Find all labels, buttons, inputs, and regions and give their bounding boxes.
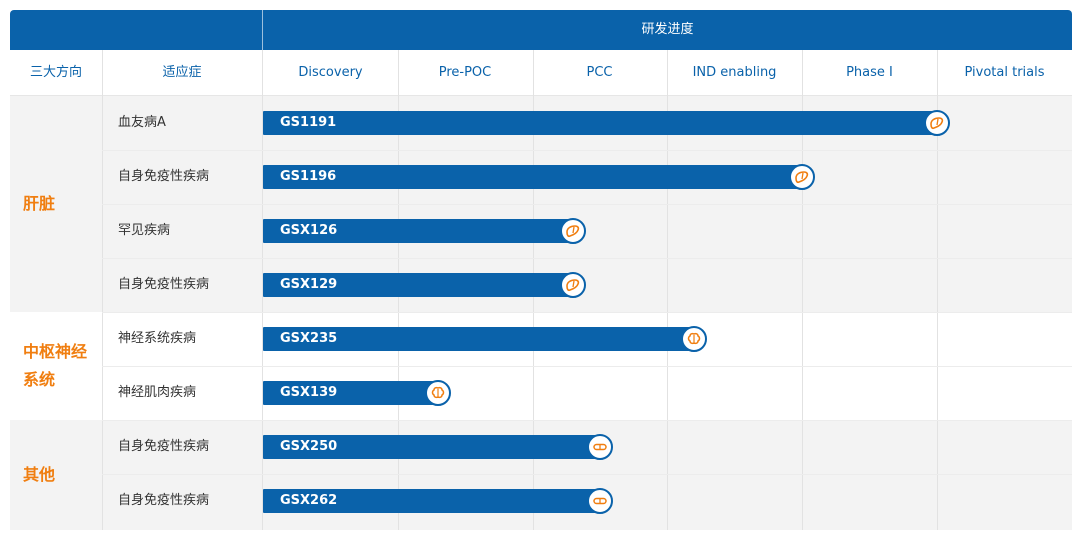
progress-bar: GSX235 xyxy=(263,327,695,351)
column-header-row: 三大方向 适应症 Discovery Pre-POC PCC IND enabl… xyxy=(10,50,1072,96)
indication-label: 自身免疫性疾病 xyxy=(118,493,210,508)
capsule-icon xyxy=(587,488,613,514)
grid-line-horizontal xyxy=(102,312,1072,313)
indication-label: 血友病A xyxy=(118,115,166,130)
grid-line-horizontal xyxy=(102,150,1072,151)
category-label: 中枢神经 系统 xyxy=(10,312,102,420)
progress-bar: GSX262 xyxy=(263,489,600,513)
indication-label: 自身免疫性疾病 xyxy=(118,277,210,292)
stage-header-pivotal-trials: Pivotal trials xyxy=(964,65,1045,80)
header-title: 研发进度 xyxy=(641,22,694,37)
liver-icon xyxy=(560,272,587,298)
stage-header-phase-1: Phase I xyxy=(846,65,893,80)
column-header-category: 三大方向 xyxy=(29,65,82,80)
indication-label: 神经系统疾病 xyxy=(118,331,197,346)
category-line: 系统 xyxy=(23,370,56,389)
grid-line-horizontal xyxy=(102,420,1072,421)
grid-line-horizontal xyxy=(102,366,1072,367)
grid-line-horizontal xyxy=(102,474,1072,475)
liver-icon xyxy=(924,110,950,136)
progress-bar: GS1196 xyxy=(263,165,803,189)
grid-line-horizontal xyxy=(102,204,1072,205)
header-band: 研发进度 xyxy=(10,10,1072,50)
indication-label: 罕见疾病 xyxy=(118,223,171,238)
category-line: 肝脏 xyxy=(23,194,56,213)
indication-label: 神经肌肉疾病 xyxy=(118,385,197,400)
category-line: 其他 xyxy=(23,465,56,484)
grid-line-vertical xyxy=(102,50,103,530)
liver-icon xyxy=(560,218,587,244)
progress-bar: GSX139 xyxy=(263,381,439,405)
stage-header-pre-poc: Pre-POC xyxy=(438,65,492,80)
grid-line-horizontal xyxy=(102,258,1072,259)
category-label: 其他 xyxy=(10,420,102,530)
liver-icon xyxy=(789,164,816,190)
indication-label: 自身免疫性疾病 xyxy=(118,439,210,454)
stage-header-discovery: Discovery xyxy=(298,65,363,80)
category-line: 中枢神经 xyxy=(23,342,88,361)
category-label: 肝脏 xyxy=(10,96,102,312)
progress-bar: GSX126 xyxy=(263,219,574,243)
stage-header-ind-enabling: IND enabling xyxy=(692,65,777,80)
capsule-icon xyxy=(587,434,613,460)
progress-bar: GS1191 xyxy=(263,111,937,135)
column-header-indication: 适应症 xyxy=(162,65,202,80)
stage-header-pcc: PCC xyxy=(586,65,613,80)
pipeline-chart: 研发进度 三大方向 适应症 Discovery Pre-POC PCC IND … xyxy=(10,10,1072,530)
progress-bar: GSX129 xyxy=(263,273,574,297)
progress-bar: GSX250 xyxy=(263,435,600,459)
indication-label: 自身免疫性疾病 xyxy=(118,169,210,184)
